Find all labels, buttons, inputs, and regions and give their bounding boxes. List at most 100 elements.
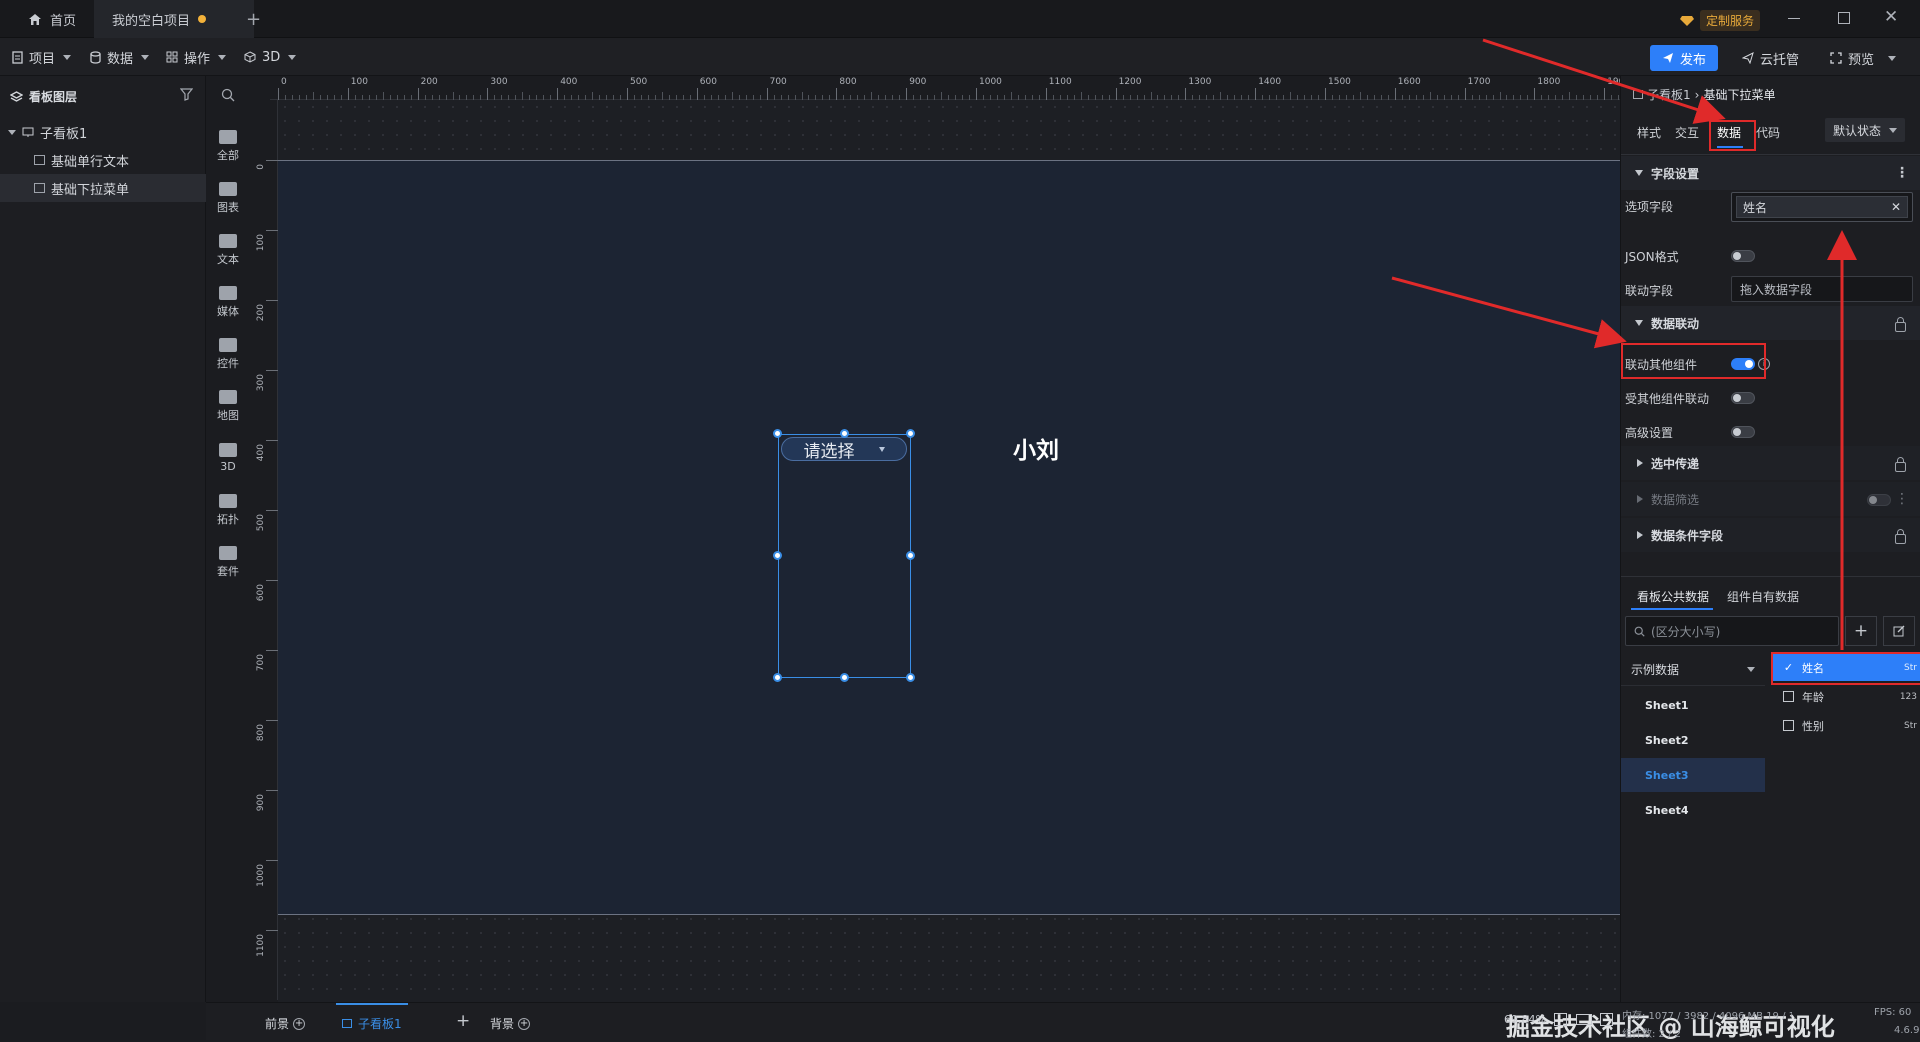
field-label: 姓名 [1802,661,1824,675]
menu-data[interactable]: 数据 [90,38,150,76]
board-tab[interactable]: 子看板1 [336,1003,408,1041]
chevron-down-icon[interactable] [1888,55,1897,61]
section-data-filter[interactable]: 数据筛选 ⋮ [1621,482,1920,516]
text-widget[interactable]: 小刘 [1013,431,1059,465]
sheet-item[interactable]: Sheet1 [1621,688,1765,722]
publish-button[interactable]: 发布 [1650,45,1719,71]
lock-icon[interactable] [1895,457,1906,472]
component-category-7[interactable]: 拓扑 [206,484,250,536]
add-data-button[interactable]: + [1845,616,1877,646]
sheet-item[interactable]: Sheet3 [1621,758,1765,792]
menu-operation[interactable]: 操作 [166,38,227,76]
component-category-2[interactable]: 文本 [206,224,250,276]
data-search-input[interactable]: (区分大小写) [1625,616,1839,646]
edit-data-button[interactable] [1883,616,1915,646]
search-icon [1634,626,1645,637]
info-icon[interactable]: i [1758,358,1770,370]
new-tab-plus-icon[interactable]: + [246,9,261,30]
checkbox-icon[interactable] [1783,720,1794,731]
tab-home[interactable]: 首页 [10,0,94,38]
close-window-icon[interactable]: ✕ [1884,7,1898,27]
more-vertical-icon[interactable]: ⋮ [1895,491,1909,507]
cloud-hosting-button[interactable]: 云托管 [1730,45,1811,71]
checkmark-icon[interactable]: ✓ [1783,661,1794,674]
component-category-3[interactable]: 媒体 [206,276,250,328]
resize-handle[interactable] [773,551,782,560]
field-item[interactable]: 年龄 123 [1773,683,1920,710]
link-others-toggle[interactable] [1731,358,1755,370]
section-select-pass[interactable]: 选中传递 [1621,446,1920,480]
minimize-icon[interactable] [1788,18,1800,19]
checkbox-icon[interactable] [1783,691,1794,702]
ruler-label: 600 [699,77,717,87]
lock-icon[interactable] [1895,317,1906,332]
resize-handle[interactable] [906,673,915,682]
dataset-select[interactable]: 示例数据 [1621,654,1765,686]
option-field-chip[interactable]: 姓名 ✕ [1736,196,1908,218]
tab-code[interactable]: 代码 [1756,124,1780,141]
tab-data[interactable]: 数据 [1717,124,1741,141]
search-icon[interactable] [221,88,235,102]
json-format-toggle[interactable] [1731,250,1755,262]
breadcrumb-parent[interactable]: 子看板1 [1647,86,1691,103]
resize-handle[interactable] [906,429,915,438]
add-circle-icon[interactable]: + [293,1017,306,1030]
layer-group-sub-board[interactable]: 子看板1 [0,118,206,146]
custom-service-button[interactable]: 定制服务 [1680,10,1761,31]
dropdown-widget[interactable]: 请选择 [781,437,907,462]
option-field-dropzone[interactable]: 姓名 ✕ [1731,192,1913,222]
dropdown-widget-selection[interactable]: 请选择 [778,434,911,678]
ruler-tick [266,300,278,301]
background-layer[interactable]: 背景 + [490,1015,531,1032]
resize-handle[interactable] [773,673,782,682]
advanced-settings-toggle[interactable] [1731,426,1755,438]
resize-handle[interactable] [840,673,849,682]
lock-icon[interactable] [1895,529,1906,544]
component-category-1[interactable]: 图表 [206,172,250,224]
resize-handle[interactable] [773,429,782,438]
more-vertical-icon[interactable]: ⋮ [1895,165,1909,181]
canvas[interactable]: 请选择 小刘 [278,160,1620,915]
layers-icon [10,90,23,103]
component-category-0[interactable]: 全部 [206,120,250,172]
component-category-5[interactable]: 地图 [206,380,250,432]
ruler-tick [266,930,278,931]
sheet-item[interactable]: Sheet4 [1621,793,1765,827]
state-select[interactable]: 默认状态 [1825,118,1905,142]
linked-by-others-toggle[interactable] [1731,392,1755,404]
field-item[interactable]: 性别 Str [1773,712,1920,739]
zoom-level[interactable]: 69.84% [1504,1013,1546,1026]
menu-project[interactable]: 项目 [12,38,72,76]
data-filter-toggle[interactable] [1867,494,1891,506]
linked-field-dropzone[interactable]: 拖入数据字段 [1731,276,1913,302]
section-field-settings[interactable]: 字段设置 ⋮ [1621,156,1920,190]
tab-interaction[interactable]: 交互 [1675,124,1699,141]
tab-project[interactable]: 我的空白项目 [94,0,254,38]
clear-icon[interactable]: ✕ [1891,200,1901,214]
terminal-icon[interactable] [1600,1013,1613,1026]
layer-item-dropdown[interactable]: 基础下拉菜单 [0,174,206,202]
component-category-6[interactable]: 3D [206,432,250,484]
resize-handle[interactable] [840,429,849,438]
menu-3d[interactable]: 3D [244,38,297,76]
resize-handle[interactable] [906,551,915,560]
tab-style[interactable]: 样式 [1637,124,1661,141]
preview-button[interactable]: 预览 [1818,45,1908,71]
foreground-layer[interactable]: 前景 + [265,1015,306,1032]
field-item[interactable]: ✓ 姓名 Str [1773,654,1920,681]
component-category-8[interactable]: 套件 [206,536,250,588]
filter-icon[interactable] [180,88,193,101]
tab-board-public-data[interactable]: 看板公共数据 [1637,588,1709,605]
add-circle-icon[interactable]: + [518,1017,531,1030]
component-category-4[interactable]: 控件 [206,328,250,380]
sheet-item[interactable]: Sheet2 [1621,723,1765,757]
add-board-icon[interactable]: + [456,1011,470,1031]
fit-screen-icon[interactable] [1554,1013,1567,1026]
tab-component-own-data[interactable]: 组件自有数据 [1727,588,1799,605]
section-data-linkage[interactable]: 数据联动 [1621,306,1920,340]
layer-item-single-text[interactable]: 基础单行文本 [0,146,206,174]
section-data-condition[interactable]: 数据条件字段 [1621,518,1920,552]
keyboard-icon[interactable] [1576,1014,1592,1025]
restore-icon[interactable] [1838,12,1850,24]
chevron-down-icon[interactable] [8,129,16,135]
